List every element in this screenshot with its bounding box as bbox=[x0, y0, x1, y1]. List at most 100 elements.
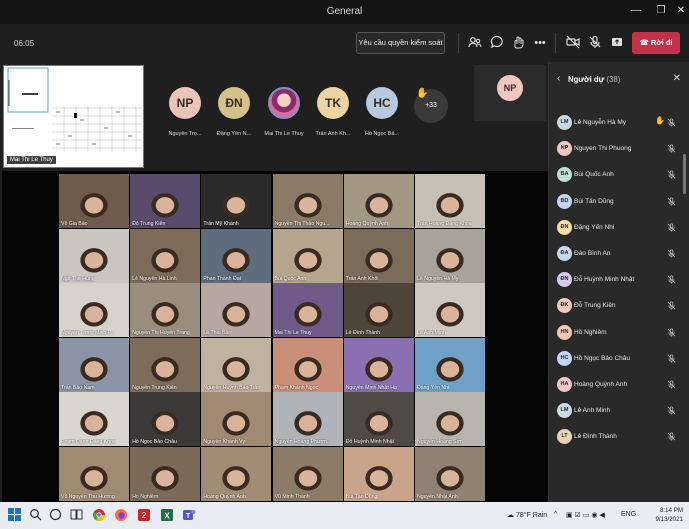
mic-muted-icon[interactable] bbox=[667, 406, 676, 415]
video-tile[interactable]: Nguyễn Thị Thảo Ngu... bbox=[272, 174, 343, 228]
mic-muted-icon[interactable] bbox=[667, 354, 676, 363]
mic-muted-icon[interactable] bbox=[667, 432, 676, 441]
participant-row[interactable]: ĐA Đào Bình An bbox=[549, 241, 684, 267]
excel-icon[interactable]: X bbox=[160, 508, 175, 523]
video-tile[interactable]: Vũ Minh Thành bbox=[272, 446, 343, 501]
back-chevron-icon[interactable]: ‹ bbox=[557, 73, 560, 84]
mic-muted-icon[interactable] bbox=[667, 249, 676, 258]
video-tile[interactable]: Lê Anh Minh bbox=[415, 283, 485, 337]
mic-muted-icon[interactable] bbox=[667, 118, 676, 127]
participant-row[interactable]: HC Hồ Ngọc Bảo Châu bbox=[549, 346, 684, 372]
participant-row[interactable]: BA Bùi Quốc Anh bbox=[549, 162, 684, 188]
video-tile[interactable]: Hoàng Quỳnh Anh bbox=[343, 174, 414, 228]
close-panel-icon[interactable]: ✕ bbox=[673, 73, 681, 84]
video-tile[interactable]: Nguyễn Khánh Vy bbox=[201, 392, 272, 446]
video-tile[interactable]: Nguyễn Hoàng Phươn... bbox=[272, 392, 343, 446]
video-tile[interactable]: Phạm Khánh Ngọc bbox=[272, 337, 343, 392]
chrome-icon[interactable] bbox=[92, 508, 107, 523]
teams-icon[interactable]: T bbox=[182, 508, 197, 523]
mic-off-icon[interactable] bbox=[587, 35, 603, 51]
mic-muted-icon[interactable] bbox=[667, 380, 676, 389]
participant-row[interactable]: HA Hoàng Quỳnh Anh bbox=[549, 372, 684, 398]
video-tile[interactable]: Nguyễn Nhật Anh bbox=[415, 446, 485, 501]
strip-avatar-2[interactable]: Mai Thi Le Thuy bbox=[261, 87, 307, 137]
strip-avatar-4[interactable]: HC Hồ Ngọc Bả... bbox=[359, 87, 405, 137]
firefox-icon[interactable] bbox=[114, 508, 129, 523]
input-language[interactable]: ENG bbox=[621, 511, 636, 518]
participants-icon[interactable] bbox=[467, 35, 483, 51]
video-tile[interactable]: Nguyễn Trọng Minh P... bbox=[59, 283, 129, 337]
minimize-icon[interactable]: — bbox=[629, 5, 643, 16]
video-tile[interactable]: Trần Bảo Nam bbox=[59, 337, 129, 392]
strip-avatar-3[interactable]: TK Trần Anh Kh... bbox=[310, 87, 356, 137]
participant-row[interactable]: LT Lê Đình Thành bbox=[549, 424, 684, 450]
app-red-icon[interactable]: 2 bbox=[137, 508, 152, 523]
video-tile[interactable]: Hoàng Quỳnh Anh bbox=[201, 446, 272, 501]
participant-row[interactable]: NP Nguyen Thi Phuong bbox=[549, 136, 684, 162]
video-tile[interactable]: Bùi Tấn Dũng bbox=[343, 446, 414, 501]
video-tile[interactable]: Lê Nguyễn Hà Linh bbox=[130, 228, 201, 283]
maximize-icon[interactable]: ❐ bbox=[654, 5, 668, 16]
panel-scrollbar[interactable] bbox=[683, 154, 686, 194]
video-tile[interactable]: Nguyễn Trung Kiên bbox=[130, 337, 201, 392]
mic-muted-icon[interactable] bbox=[667, 223, 676, 232]
leave-button[interactable]: ☎ Rời đi bbox=[632, 32, 680, 54]
camera-off-icon[interactable] bbox=[565, 35, 581, 51]
close-window-icon[interactable]: ✕ bbox=[674, 5, 688, 16]
participant-row[interactable]: ĐK Đỗ Trung Kiên bbox=[549, 293, 684, 319]
video-tile[interactable]: Phạm Danh Đăng Khoa bbox=[59, 392, 129, 446]
shared-screen-thumbnail[interactable]: Mai Thi Le Thuy bbox=[3, 65, 144, 168]
video-tile[interactable]: Đỗ Huỳnh Minh Nhật bbox=[343, 392, 414, 446]
reactions-icon[interactable] bbox=[510, 35, 526, 51]
cortana-icon[interactable] bbox=[49, 508, 64, 523]
participant-row[interactable]: LM Lê Nguyễn Hà My ✋ bbox=[549, 110, 684, 136]
mic-muted-icon[interactable] bbox=[667, 170, 676, 179]
mic-muted-icon[interactable] bbox=[667, 301, 676, 310]
chat-icon[interactable] bbox=[489, 35, 505, 51]
video-tile[interactable]: Võ Nguyễn Thu Hương bbox=[59, 446, 129, 501]
search-icon[interactable] bbox=[29, 508, 44, 523]
tray-chevron-icon[interactable]: ^ bbox=[554, 511, 557, 518]
mic-muted-icon[interactable] bbox=[667, 197, 676, 206]
video-tile[interactable]: Đỗ Trung Kiên bbox=[130, 174, 201, 228]
video-tile[interactable]: Hồ Nghiêm bbox=[130, 446, 201, 501]
system-clock[interactable]: 8:14 PM 9/13/2021 bbox=[655, 506, 683, 524]
video-tile[interactable]: Phan Thành Đạt bbox=[201, 228, 272, 283]
self-view-tile[interactable]: NP bbox=[474, 65, 546, 121]
video-tile[interactable]: Mai Thi Le Thuy bbox=[272, 283, 343, 337]
weather-status[interactable]: ☁ 78°F Rain bbox=[507, 511, 547, 519]
participant-row[interactable]: ĐN Đỗ Huỳnh Minh Nhật bbox=[549, 267, 684, 293]
mic-muted-icon[interactable] bbox=[667, 328, 676, 337]
task-view-icon[interactable] bbox=[70, 508, 85, 523]
strip-avatar-1[interactable]: ĐN Đặng Yến N... bbox=[211, 87, 257, 137]
video-tile[interactable]: Trần Mỹ Khánh bbox=[201, 174, 272, 228]
video-tile[interactable]: Lê Đình Thành bbox=[343, 283, 414, 337]
mic-muted-icon[interactable] bbox=[667, 275, 676, 284]
tray-app-icons[interactable]: ▣ ☑ ▭ ◉ ◀ bbox=[566, 511, 605, 519]
participant-row[interactable]: HN Hồ Nghiêm bbox=[549, 320, 684, 346]
video-tile[interactable]: Trần Hoàng Đăng Khoa bbox=[415, 174, 485, 228]
video-tile[interactable]: Hồ Ngọc Bảo Châu bbox=[130, 392, 201, 446]
video-tile[interactable]: Lê Nguyễn Hà My bbox=[415, 228, 485, 283]
video-tile[interactable]: Nguyễn Minh Nhật Hạ bbox=[343, 337, 414, 392]
video-tile[interactable]: Trần Anh Khôi bbox=[343, 228, 414, 283]
video-tile[interactable]: Nguyễn Hoàng Sơn bbox=[415, 392, 485, 446]
participant-row[interactable]: ĐN Đặng Yến Nhi bbox=[549, 215, 684, 241]
participant-avatar: LT bbox=[557, 429, 572, 445]
video-tile[interactable]: Nguyễn Huỳnh Bảo Trân bbox=[201, 337, 272, 392]
participant-row[interactable]: BD Bùi Tấn Dũng bbox=[549, 189, 684, 215]
participant-row[interactable]: LM Lê Anh Minh bbox=[549, 398, 684, 424]
request-control-button[interactable]: Yêu cầu quyền kiểm soát bbox=[356, 32, 445, 54]
video-tile[interactable]: Lê Thái Bảo bbox=[201, 283, 272, 337]
mic-muted-icon[interactable] bbox=[667, 144, 676, 153]
video-tile[interactable]: Nguyễn Thị Huyền Trang bbox=[130, 283, 201, 337]
windows-start-icon[interactable] bbox=[8, 508, 23, 523]
strip-avatar-0[interactable]: NP Nguyễn Trọ... bbox=[162, 87, 208, 137]
video-tile[interactable]: Ngô Thế Hùng bbox=[59, 228, 129, 283]
video-tile[interactable]: Bùi Quốc Anh bbox=[272, 228, 343, 283]
video-tile[interactable]: Đặng Yến Nhi bbox=[415, 337, 485, 392]
video-tile[interactable]: Võ Gia Bảo bbox=[59, 174, 129, 228]
share-screen-icon[interactable] bbox=[609, 35, 625, 51]
more-actions-icon[interactable]: ••• bbox=[532, 35, 548, 51]
more-participants-button[interactable]: ✋ +33 bbox=[414, 88, 448, 123]
